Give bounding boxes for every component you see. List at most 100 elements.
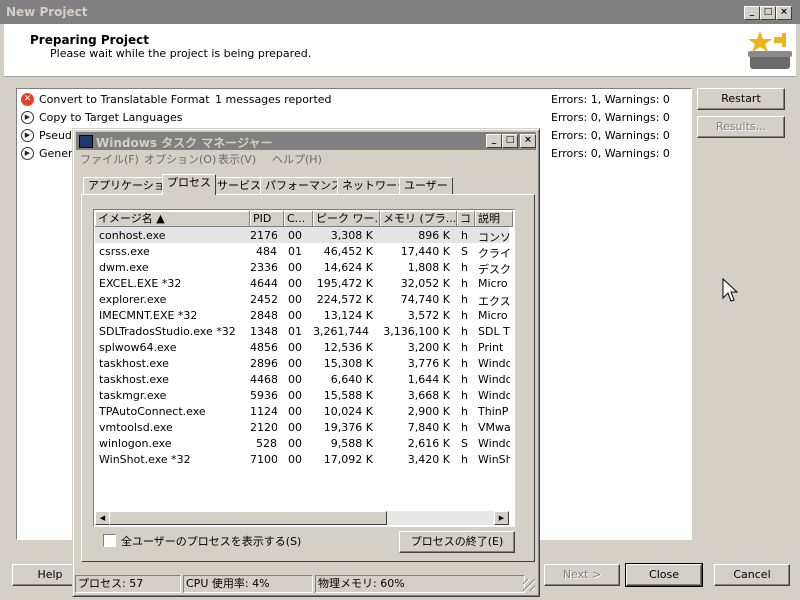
process-cpu: 00 — [288, 277, 302, 290]
task-row[interactable]: ▶ Copy to Target Languages Errors: 0, Wa… — [19, 109, 689, 127]
table-row[interactable]: taskhost.exe 4468 00 6,640 K 1,644 K h Windo — [95, 371, 510, 387]
task-manager-window[interactable]: Windows タスク マネージャー _ □ × ファイル(F) オプション(O… — [72, 128, 540, 597]
status-process-count: プロセス: 57 — [75, 575, 181, 593]
checkbox-icon[interactable] — [103, 534, 116, 547]
window-title: New Project — [6, 5, 88, 19]
task-manager-title-bar[interactable]: Windows タスク マネージャー _ □ × — [76, 132, 536, 150]
table-row[interactable]: dwm.exe 2336 00 14,624 K 1,808 Kh デスク — [95, 259, 510, 276]
project-wizard-icon — [748, 31, 792, 69]
process-peak-memory: 224,572 K — [316, 293, 373, 306]
process-command-line: h — [461, 373, 468, 386]
process-pid: 1124 — [250, 405, 277, 418]
table-row[interactable]: WinShot.exe *32 7100 00 17,092 K 3,420 K h Win… — [95, 451, 510, 467]
menu-options[interactable]: オプション(O) — [144, 151, 216, 167]
tab-performance[interactable]: パフォーマンス — [260, 177, 347, 195]
process-peak-memory: 3,308 K — [330, 229, 373, 242]
play-icon: ▶ — [21, 147, 34, 160]
process-command-line: h — [461, 389, 468, 402]
close-button[interactable]: Close — [625, 563, 703, 587]
column-peak-working-set[interactable]: ピーク ワー... — [313, 211, 380, 227]
column-image-name[interactable]: イメージ名 ▲ — [95, 211, 250, 227]
process-peak-memory: 14,624 K — [323, 261, 373, 274]
process-name: taskhost.exe — [99, 373, 169, 386]
minimize-button[interactable]: _ — [744, 6, 760, 20]
next-button[interactable]: Next > — [544, 564, 620, 586]
process-pid: 484 — [256, 245, 277, 258]
process-pid: 2120 — [250, 421, 277, 434]
table-row[interactable]: vmtoolsd.exe 2120 00 19,376 K 7,840 K h VMwa — [95, 419, 510, 435]
process-private-memory: 2,616 K — [407, 437, 450, 450]
scroll-left-icon[interactable]: ◀ — [95, 511, 110, 525]
column-command-line[interactable]: コ — [457, 211, 475, 227]
maximize-button[interactable]: □ — [760, 6, 776, 20]
process-pid: 2848 — [250, 309, 277, 322]
results-button[interactable]: Results... — [697, 116, 785, 138]
process-description: SDL T — [478, 325, 510, 338]
process-command-line: h — [461, 341, 468, 354]
process-private-memory: 17,440 K — [400, 245, 450, 258]
task-label: Copy to Target Languages — [39, 111, 183, 124]
process-description: VMwa — [478, 421, 510, 434]
process-peak-memory: 13,124 K — [323, 309, 373, 322]
process-pid: 4468 — [250, 373, 277, 386]
process-peak-memory: 15,308 K — [323, 357, 373, 370]
column-description[interactable]: 説明 — [475, 211, 513, 227]
column-pid[interactable]: PID — [250, 211, 284, 227]
process-table[interactable]: イメージ名 ▲ PID C... ピーク ワー... メモリ (プラ... コ … — [93, 209, 515, 527]
menu-file[interactable]: ファイル(F) — [80, 151, 139, 167]
process-command-line: h — [461, 293, 468, 306]
play-icon: ▶ — [21, 111, 34, 124]
process-name: vmtoolsd.exe — [99, 421, 173, 434]
process-peak-memory: 195,472 K — [316, 277, 373, 290]
window-title-bar[interactable]: New Project _ □ × — [0, 0, 800, 24]
tab-users[interactable]: ユーザー — [399, 177, 453, 195]
resize-grip-icon[interactable] — [523, 579, 535, 591]
table-row[interactable]: splwow64.exe 4856 00 12,536 K 3,200 K h Print — [95, 339, 509, 355]
cancel-button[interactable]: Cancel — [714, 564, 790, 586]
menu-help[interactable]: ヘルプ(H) — [272, 151, 322, 167]
process-pid: 7100 — [250, 453, 277, 466]
table-row[interactable]: TPAutoConnect.exe 1124 00 10,024 K 2,900 K hT… — [95, 403, 509, 419]
task-row[interactable]: ✕ Convert to Translatable Format 1 messa… — [19, 91, 689, 109]
table-row[interactable]: SDLTradosStudio.exe *32 1348 01 3,261,744 K… — [95, 323, 510, 339]
end-process-button[interactable]: プロセスの終了(E) — [399, 531, 515, 553]
scrollbar-thumb[interactable] — [109, 511, 387, 525]
task-manager-icon — [79, 135, 93, 148]
table-row[interactable]: EXCEL.EXE *32 4644 00 195,472 K 32,052 K h Mic… — [95, 275, 509, 291]
tm-minimize-button[interactable]: _ — [486, 134, 502, 148]
task-status: Errors: 1, Warnings: 0 — [551, 93, 670, 106]
table-row[interactable]: taskmgr.exe 5936 00 15,588 K 3,668 K h Windo — [95, 387, 510, 403]
column-cpu[interactable]: C... — [284, 211, 313, 227]
process-description: ThinP — [478, 405, 509, 418]
menu-view[interactable]: 表示(V) — [218, 151, 256, 167]
tab-services[interactable]: サービス — [212, 177, 266, 195]
process-pid: 1348 — [250, 325, 277, 338]
process-name: TPAutoConnect.exe — [99, 405, 206, 418]
horizontal-scrollbar[interactable]: ◀ ▶ — [95, 511, 509, 525]
restart-button[interactable]: Restart — [697, 88, 785, 110]
tm-maximize-button[interactable]: □ — [502, 134, 518, 148]
table-row[interactable]: winlogon.exe 528 00 9,588 K 2,616 K S Windo — [95, 435, 510, 451]
tab-processes[interactable]: プロセス — [162, 174, 216, 195]
process-private-memory: 3,200 K — [407, 341, 450, 354]
process-cpu: 00 — [288, 373, 302, 386]
process-name: SDLTradosStudio.exe *32 — [99, 325, 236, 338]
table-row[interactable]: csrss.exe 484 01 46,452 K 17,440 K S クライ — [95, 243, 510, 260]
process-private-memory: 896 K — [418, 229, 450, 242]
column-private-memory[interactable]: メモリ (プラ... — [380, 211, 457, 227]
task-manager-status-bar: プロセス: 57 CPU 使用率: 4% 物理メモリ: 60% — [75, 575, 537, 593]
scroll-right-icon[interactable]: ▶ — [494, 511, 509, 525]
table-row[interactable]: explorer.exe 2452 00 224,572 K 74,740 Kh エクス — [95, 291, 510, 308]
process-peak-memory: 9,588 K — [330, 437, 373, 450]
process-cpu: 01 — [288, 325, 302, 338]
process-command-line: h — [461, 405, 468, 418]
process-name: explorer.exe — [99, 293, 167, 306]
table-row[interactable]: IMECMNT.EXE *32 2848 00 13,124 K 3,572 K h Mic… — [95, 307, 509, 323]
close-window-button[interactable]: × — [776, 6, 792, 20]
process-name: conhost.exe — [99, 229, 166, 242]
task-label: Convert to Translatable Format — [39, 93, 210, 106]
table-row[interactable]: taskhost.exe 2896 00 15,308 K 3,776 K h Windo — [95, 355, 510, 371]
tm-close-button[interactable]: × — [520, 134, 536, 148]
table-row[interactable]: conhost.exe 2176 00 3,308 K 896 Kh コンソ — [95, 227, 510, 244]
process-cpu: 00 — [288, 293, 302, 306]
